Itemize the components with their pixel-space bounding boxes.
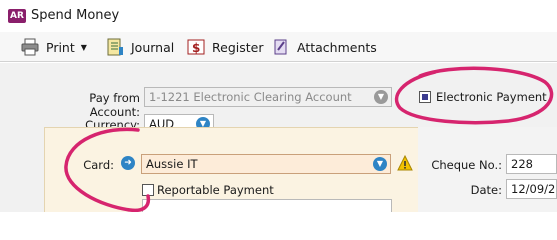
pay-from-account-field[interactable]: 1-1221 Electronic Clearing Account ▼ bbox=[144, 87, 392, 107]
app-logo-icon: AR bbox=[8, 9, 26, 23]
date-value: 12/09/202 bbox=[511, 182, 556, 196]
attachments-button[interactable]: Attachments bbox=[272, 36, 377, 58]
pay-from-account-value: 1-1221 Electronic Clearing Account bbox=[149, 90, 352, 104]
attachments-label: Attachments bbox=[297, 39, 377, 55]
printer-icon bbox=[21, 38, 39, 56]
print-button[interactable]: Print ▼ bbox=[21, 36, 87, 58]
card-field[interactable]: Aussie IT ▼ bbox=[141, 154, 391, 174]
attachments-icon bbox=[272, 38, 290, 56]
electronic-payment-check-box[interactable] bbox=[419, 91, 431, 103]
reportable-payment-checkbox[interactable]: Reportable Payment bbox=[142, 183, 274, 197]
reportable-payment-label: Reportable Payment bbox=[157, 183, 274, 197]
card-value: Aussie IT bbox=[146, 157, 198, 171]
journal-button[interactable]: Journal bbox=[106, 36, 174, 58]
cheque-no-field[interactable]: 228 bbox=[506, 154, 557, 174]
register-icon: $ bbox=[187, 38, 205, 56]
electronic-payment-label: Electronic Payment bbox=[436, 90, 547, 104]
date-label: Date: bbox=[470, 183, 502, 197]
print-label: Print bbox=[46, 39, 75, 55]
warning-icon bbox=[397, 154, 413, 171]
window-title: Spend Money bbox=[31, 8, 120, 23]
register-label: Register bbox=[212, 39, 264, 55]
register-button[interactable]: $ Register bbox=[187, 36, 263, 58]
pay-from-label: Pay from Account: bbox=[89, 91, 140, 119]
chevron-down-icon: ▼ bbox=[80, 42, 87, 52]
chevron-down-icon: ▼ bbox=[373, 157, 387, 171]
electronic-payment-checkbox[interactable]: Electronic Payment bbox=[419, 90, 547, 104]
arrow-right-icon[interactable]: ➜ bbox=[121, 156, 135, 170]
memo-field[interactable] bbox=[142, 199, 392, 212]
journal-label: Journal bbox=[131, 39, 175, 55]
cheque-no-value: 228 bbox=[511, 157, 533, 171]
reportable-payment-check-box[interactable] bbox=[142, 184, 154, 196]
journal-icon bbox=[106, 38, 124, 56]
cheque-no-label: Cheque No.: bbox=[431, 158, 502, 172]
date-field[interactable]: 12/09/202 bbox=[506, 179, 557, 199]
svg-text:$: $ bbox=[192, 41, 200, 55]
chevron-down-icon: ▼ bbox=[374, 90, 388, 104]
card-label: Card: bbox=[83, 158, 114, 172]
